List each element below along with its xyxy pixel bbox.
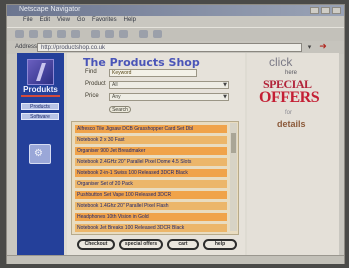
- mail-icon[interactable]: [139, 30, 148, 38]
- special-offers-promo[interactable]: click here SPECIAL OFFERS for details: [247, 53, 339, 257]
- address-label: Address: [15, 44, 38, 50]
- nav-products-button[interactable]: Products: [21, 103, 59, 110]
- list-item[interactable]: Alfresco Tile Jigsaw DCB Grasshopper Car…: [75, 125, 227, 133]
- nav-software-button[interactable]: Software: [21, 113, 59, 120]
- list-item[interactable]: Notebook 1.4Ghz 20" Parallel Pixel Flash: [75, 202, 227, 210]
- home-icon[interactable]: [71, 30, 80, 38]
- refresh-icon[interactable]: [57, 30, 66, 38]
- menu-help[interactable]: Help: [124, 17, 136, 26]
- print-icon[interactable]: [153, 30, 162, 38]
- crt-screen: Netscape Navigator File Edit View Go Fav…: [0, 0, 349, 268]
- brand-name: Produkts: [23, 85, 58, 94]
- promo-here-text: here: [285, 70, 298, 76]
- arrow-right-icon[interactable]: ➜: [318, 42, 328, 52]
- window-controls: [310, 7, 341, 14]
- status-bar: [7, 255, 344, 264]
- product-select[interactable]: All ▼: [109, 81, 229, 89]
- favorites-icon[interactable]: [105, 30, 114, 38]
- logo-icon[interactable]: [27, 59, 54, 85]
- minimize-button[interactable]: [310, 7, 319, 14]
- window-title: Netscape Navigator: [19, 6, 81, 13]
- brand-underline: [21, 95, 60, 97]
- promo-click-text: click: [269, 55, 293, 69]
- list-item[interactable]: Notebook 2.4GHz 20" Parallel Pixel Dome …: [75, 158, 227, 166]
- find-row: Find Keyword: [73, 69, 241, 78]
- product-select-value: All: [112, 82, 118, 88]
- menu-favorites[interactable]: Favorites: [92, 17, 117, 26]
- special-offers-button[interactable]: special offers: [119, 239, 163, 250]
- toolbar: [7, 27, 344, 42]
- close-button[interactable]: [332, 7, 341, 14]
- list-item[interactable]: Pushbutton Set Vape 100 Released 3DCR: [75, 191, 227, 199]
- forward-icon[interactable]: [29, 30, 38, 38]
- gear-glyph: ⚙: [34, 148, 43, 159]
- product-label: Product: [85, 81, 106, 87]
- menu-view[interactable]: View: [57, 17, 70, 26]
- gear-icon[interactable]: ⚙: [29, 144, 51, 164]
- cart-button[interactable]: cart: [167, 239, 199, 250]
- address-dropdown-icon[interactable]: ▾: [305, 43, 314, 52]
- promo-for-text: for: [285, 110, 293, 116]
- chevron-down-icon: ▼: [223, 82, 227, 88]
- list-item[interactable]: Headphones 10th Vision in Gold: [75, 213, 227, 221]
- promo-details-link[interactable]: details: [277, 119, 306, 129]
- list-item[interactable]: Notebook 2 x 30 Fast: [75, 136, 227, 144]
- left-navigation: Produkts Products Software ⚙: [17, 53, 64, 257]
- results-list: Alfresco Tile Jigsaw DCB Grasshopper Car…: [71, 121, 239, 235]
- results-scrollbar[interactable]: [230, 123, 237, 231]
- price-select[interactable]: Any ▼: [109, 93, 229, 101]
- browser-window: Netscape Navigator File Edit View Go Fav…: [6, 4, 345, 264]
- back-icon[interactable]: [15, 30, 24, 38]
- help-button[interactable]: help: [203, 239, 237, 250]
- promo-offers-text: OFFERS: [259, 89, 320, 106]
- title-bar: Netscape Navigator: [7, 5, 344, 16]
- menu-bar: File Edit View Go Favorites Help: [7, 17, 344, 26]
- search-button[interactable]: Search: [109, 106, 131, 113]
- search-form: Find Keyword Product All ▼ Price Any ▼ S…: [73, 69, 241, 119]
- web-page: Produkts Products Software ⚙ The Product…: [17, 53, 339, 257]
- menu-go[interactable]: Go: [77, 17, 85, 26]
- list-item[interactable]: Organiser Set of 20 Pack: [75, 180, 227, 188]
- menu-edit[interactable]: Edit: [40, 17, 50, 26]
- address-input[interactable]: http://productshop.co.uk: [37, 43, 302, 52]
- list-item[interactable]: Notebook Jet Breaks 100 Released 3DCR Bl…: [75, 224, 227, 232]
- logo-mark: [36, 63, 46, 81]
- shop-main: The Products Shop Find Keyword Product A…: [67, 53, 245, 257]
- product-row: Product All ▼: [73, 81, 241, 90]
- bottom-navigation: Checkout special offers cart help: [77, 239, 245, 251]
- price-label: Price: [85, 93, 99, 99]
- menu-file[interactable]: File: [23, 17, 33, 26]
- maximize-button[interactable]: [321, 7, 330, 14]
- stop-icon[interactable]: [43, 30, 52, 38]
- list-item[interactable]: Organiser 900 Jet Breadmaker: [75, 147, 227, 155]
- price-select-value: Any: [112, 94, 121, 100]
- chevron-down-icon: ▼: [223, 94, 227, 100]
- find-input[interactable]: Keyword: [109, 69, 197, 77]
- scroll-thumb[interactable]: [231, 133, 236, 153]
- find-label: Find: [85, 69, 97, 75]
- history-icon[interactable]: [119, 30, 128, 38]
- price-row: Price Any ▼: [73, 93, 241, 102]
- checkout-button[interactable]: Checkout: [77, 239, 115, 250]
- page-title: The Products Shop: [83, 56, 200, 69]
- search-row: Search: [73, 106, 241, 115]
- search-icon[interactable]: [91, 30, 100, 38]
- list-item[interactable]: Notebook 2-in-1 Swiss 100 Released 3DCR …: [75, 169, 227, 177]
